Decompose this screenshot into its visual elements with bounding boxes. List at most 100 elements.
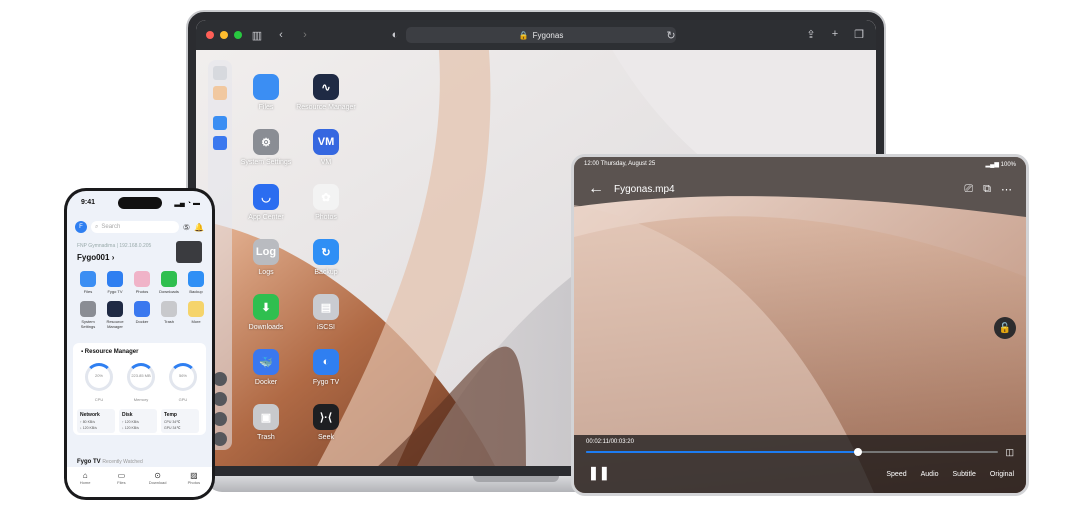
subtitle-button[interactable]: Subtitle: [953, 471, 976, 478]
phone-app-label: Trash: [163, 319, 175, 324]
phone-app-resource-manager[interactable]: Resource Manager: [102, 301, 128, 329]
notifications-icon[interactable]: [213, 372, 227, 386]
share-icon[interactable]: ⇪: [802, 28, 820, 41]
privacy-shield-icon[interactable]: ◐: [386, 29, 404, 41]
temp-stat: Temp CPU 34℃ GPU 34℃: [161, 409, 199, 433]
speed-button[interactable]: Speed: [886, 471, 906, 478]
tab-home[interactable]: ⌂ Home: [71, 471, 99, 497]
sidebar-toggle-icon[interactable]: ▥: [248, 29, 266, 42]
original-button[interactable]: Original: [990, 471, 1014, 478]
app-center-icon: ◡: [253, 184, 279, 210]
phone-app-system-settings[interactable]: System Settings: [75, 301, 101, 329]
sync-icon[interactable]: ⑤: [183, 223, 190, 232]
avatar[interactable]: F: [75, 221, 87, 233]
desktop-app-trash[interactable]: ▣ Trash: [236, 404, 296, 441]
minimize-window-button[interactable]: [220, 31, 228, 39]
resource-manager-card[interactable]: ▪ Resource Manager 20% CPU 223.85 MB Memory…: [73, 343, 206, 435]
search-icon: ⌕: [95, 223, 99, 230]
phone-app-trash[interactable]: Trash: [156, 301, 182, 324]
fullscreen-icon[interactable]: ◫: [1005, 447, 1014, 458]
desktop-app-docker[interactable]: 🐳 Docker: [236, 349, 296, 386]
settings-icon[interactable]: [213, 432, 227, 446]
unlock-icon: 🔓: [998, 322, 1012, 334]
phone-app-downloads[interactable]: Downloads: [156, 271, 182, 294]
forward-icon[interactable]: ›: [296, 29, 314, 41]
desktop-app-files[interactable]: Files: [236, 74, 296, 111]
home-icon: ⌂: [82, 471, 88, 480]
desktop-app-backup[interactable]: ↻ Backup: [296, 239, 356, 276]
player-controls: 00:02:11/00:03:20 ◫ ❚❚ Speed Audio Subtitl…: [574, 435, 1026, 493]
resource-manager-title: ▪ Resource Manager: [81, 349, 139, 355]
desktop-app-label: App Center: [248, 214, 284, 221]
photos-dock-icon[interactable]: [213, 86, 227, 100]
desktop-app-downloads[interactable]: ⬇ Downloads: [236, 294, 296, 331]
tab-photos[interactable]: ▨ Photos: [180, 471, 208, 497]
tablet-clock: 12:00 Thursday, August 25: [584, 161, 656, 167]
desktop-app-label: VM: [320, 159, 332, 166]
phone-app-fygo-tv[interactable]: Fygo TV: [102, 271, 128, 294]
desktop-app-logs[interactable]: Log Logs: [236, 239, 296, 276]
desktop-app-resource-manager[interactable]: ∿ Resource Manager: [296, 74, 356, 111]
tab-files[interactable]: ▭ Files: [107, 471, 135, 497]
close-window-button[interactable]: [206, 31, 214, 39]
gauge-label: Memory: [133, 397, 149, 402]
recently-watched: Recently Watched: [102, 459, 143, 465]
bell-icon[interactable]: [213, 392, 227, 406]
player-header: ← Fygonas.mp4 ⎚ ⧉ ⋯: [574, 173, 1026, 205]
search-placeholder: Search: [101, 224, 121, 230]
seek-thumb[interactable]: [853, 448, 862, 456]
back-icon[interactable]: ‹: [272, 29, 290, 41]
files-dock-icon[interactable]: [213, 116, 227, 130]
desktop-app-vm[interactable]: VM VM: [296, 129, 356, 166]
stat-title: Disk: [122, 412, 133, 418]
backup-icon: ↻: [313, 239, 339, 265]
tab-download[interactable]: ⊙ Download: [144, 471, 172, 497]
desktop-app-label: Downloads: [248, 324, 284, 331]
pause-icon[interactable]: ❚❚: [588, 465, 610, 481]
system-settings-icon: [80, 301, 96, 317]
docker-dock-icon[interactable]: [213, 136, 227, 150]
screen-lock-button[interactable]: 🔓: [994, 317, 1016, 339]
disk-stat: Disk ↑ 120 KB/s ↓ 120 KB/s: [119, 409, 157, 433]
phone-app-more[interactable]: More: [183, 301, 209, 324]
reload-icon[interactable]: ↻: [662, 29, 680, 42]
tabs-overview-icon[interactable]: ❐: [850, 28, 868, 41]
phone-app-docker[interactable]: Docker: [129, 301, 155, 324]
desktop-app-label: Seek: [318, 434, 334, 441]
cast-icon[interactable]: ⎚: [964, 183, 973, 196]
phone-app-backup[interactable]: Backup: [183, 271, 209, 294]
address-bar[interactable]: 🔒 Fygonas: [406, 27, 676, 43]
desktop-app-seek[interactable]: ⟩·⟨ Seek: [296, 404, 356, 441]
tablet-status-bar: 12:00 Thursday, August 25 ▂▄▆ 100%: [584, 161, 1016, 168]
more-options-icon[interactable]: ⋯: [1001, 183, 1012, 196]
tab-label: Files: [117, 480, 126, 485]
gauge-value: 20%: [94, 373, 103, 378]
device-name[interactable]: Fygo001 ›: [77, 253, 114, 262]
phone-screen: 9:41 ▂▄ ◔ ▬ F ⌕ Search ⑤ 🔔 FNP Gymnadima…: [67, 191, 212, 497]
new-tab-icon[interactable]: +: [826, 28, 844, 41]
desktop-app-label: Resource Manager: [296, 104, 356, 111]
desktop-app-photos[interactable]: ✿ Photos: [296, 184, 356, 221]
seek-bar[interactable]: [586, 448, 998, 456]
desktop-app-label: Backup: [314, 269, 338, 276]
monitor-icon[interactable]: [213, 66, 227, 80]
desktop-app-fygo-tv[interactable]: ◐ Fygo TV: [296, 349, 356, 386]
stat-row: ↓ 120 KB/s: [122, 426, 139, 430]
user-icon[interactable]: [213, 412, 227, 426]
back-arrow-icon[interactable]: ←: [588, 180, 604, 198]
search-input[interactable]: ⌕ Search: [91, 221, 179, 233]
phone-app-files[interactable]: Files: [75, 271, 101, 294]
tab-label: Photos: [187, 480, 201, 485]
tablet: 12:00 Thursday, August 25 ▂▄▆ 100% ← Fyg…: [571, 154, 1029, 496]
audio-button[interactable]: Audio: [921, 471, 939, 478]
phone-app-photos[interactable]: Photos: [129, 271, 155, 294]
vm-icon: VM: [313, 129, 339, 155]
bell-icon[interactable]: 🔔: [194, 223, 204, 232]
picture-in-picture-icon[interactable]: ⧉: [983, 183, 991, 196]
desktop-app-iscsi[interactable]: ▤ iSCSI: [296, 294, 356, 331]
stat-row: ↑ 120 KB/s: [122, 420, 139, 424]
desktop-app-app-center[interactable]: ◡ App Center: [236, 184, 296, 221]
zoom-window-button[interactable]: [234, 31, 242, 39]
desktop-app-system-settings[interactable]: ⚙ System Settings: [236, 129, 296, 166]
fygo-tv-section[interactable]: Fygo TV Recently Watched: [77, 459, 143, 465]
